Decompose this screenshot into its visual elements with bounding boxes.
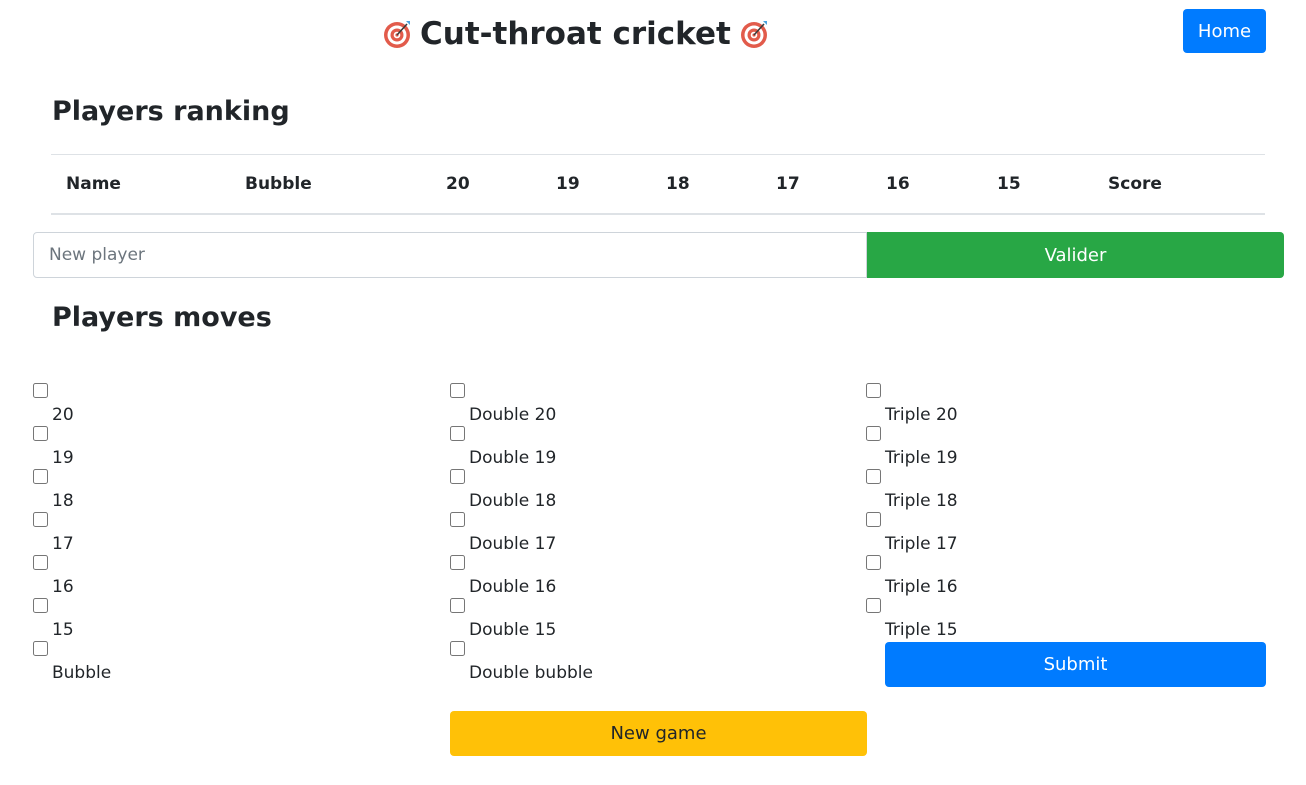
move-label: 16 (52, 577, 74, 597)
page-title: Cut-throat cricket (382, 12, 769, 56)
move-option: 20 (33, 383, 433, 426)
column-header-20: 20 (446, 174, 470, 194)
move-label: Double 19 (469, 448, 557, 468)
move-label: Triple 18 (885, 491, 958, 511)
move-label: Triple 19 (885, 448, 958, 468)
move-label: Triple 17 (885, 534, 958, 554)
move-label: Triple 16 (885, 577, 958, 597)
move-option: Double 16 (450, 555, 850, 598)
move-checkbox[interactable] (33, 426, 48, 441)
move-checkbox[interactable] (866, 555, 881, 570)
move-checkbox[interactable] (866, 426, 881, 441)
move-label: Double 18 (469, 491, 557, 511)
new-player-input[interactable] (33, 232, 867, 278)
page-title-text: Cut-throat cricket (420, 16, 731, 52)
move-option: Triple 16 (866, 555, 1266, 598)
move-label: Double 17 (469, 534, 557, 554)
move-checkbox[interactable] (866, 512, 881, 527)
move-checkbox[interactable] (33, 641, 48, 656)
move-option: Double 19 (450, 426, 850, 469)
move-option: 17 (33, 512, 433, 555)
dart-target-icon (740, 21, 767, 48)
move-option: 18 (33, 469, 433, 512)
move-option: 15 (33, 598, 433, 641)
move-label: 20 (52, 405, 74, 425)
move-option: Double 20 (450, 383, 850, 426)
move-label: Double bubble (469, 663, 593, 683)
move-checkbox[interactable] (33, 469, 48, 484)
new-game-button[interactable]: New game (450, 711, 867, 756)
column-header-name: Name (66, 174, 121, 194)
submit-button[interactable]: Submit (885, 642, 1266, 687)
move-label: 17 (52, 534, 74, 554)
move-checkbox[interactable] (33, 383, 48, 398)
move-checkbox[interactable] (450, 555, 465, 570)
move-checkbox[interactable] (33, 598, 48, 613)
move-label: 18 (52, 491, 74, 511)
move-option: Double bubble (450, 641, 850, 684)
move-label: Double 16 (469, 577, 557, 597)
column-header-bubble: Bubble (245, 174, 312, 194)
column-header-score: Score (1108, 174, 1162, 194)
move-option: Bubble (33, 641, 433, 684)
move-checkbox[interactable] (450, 383, 465, 398)
move-checkbox[interactable] (33, 555, 48, 570)
column-header-16: 16 (886, 174, 910, 194)
move-checkbox[interactable] (450, 426, 465, 441)
move-label: Double 15 (469, 620, 557, 640)
ranking-title: Players ranking (52, 96, 290, 127)
move-option: Triple 17 (866, 512, 1266, 555)
move-label: Triple 15 (885, 620, 958, 640)
ranking-table: Name Bubble 20 19 18 17 16 15 Score (51, 154, 1265, 215)
move-option: 19 (33, 426, 433, 469)
move-label: 15 (52, 620, 74, 640)
singles-column: 20 19 18 17 16 15 Bubble (33, 383, 433, 684)
move-option: Triple 19 (866, 426, 1266, 469)
move-label: Bubble (52, 663, 112, 683)
column-header-18: 18 (666, 174, 690, 194)
move-label: Double 20 (469, 405, 557, 425)
move-checkbox[interactable] (33, 512, 48, 527)
moves-title: Players moves (52, 302, 272, 333)
triples-column: Triple 20 Triple 19 Triple 18 Triple 17 … (866, 383, 1266, 641)
move-checkbox[interactable] (450, 512, 465, 527)
column-header-15: 15 (997, 174, 1021, 194)
move-option: Double 17 (450, 512, 850, 555)
column-header-19: 19 (556, 174, 580, 194)
valider-button[interactable]: Valider (867, 232, 1284, 278)
move-option: Triple 15 (866, 598, 1266, 641)
move-option: Double 15 (450, 598, 850, 641)
move-checkbox[interactable] (450, 469, 465, 484)
move-checkbox[interactable] (866, 383, 881, 398)
doubles-column: Double 20 Double 19 Double 18 Double 17 … (450, 383, 850, 684)
move-option: Triple 18 (866, 469, 1266, 512)
home-button[interactable]: Home (1183, 9, 1266, 53)
move-checkbox[interactable] (450, 598, 465, 613)
move-option: 16 (33, 555, 433, 598)
move-checkbox[interactable] (866, 469, 881, 484)
move-label: Triple 20 (885, 405, 958, 425)
move-checkbox[interactable] (866, 598, 881, 613)
move-option: Triple 20 (866, 383, 1266, 426)
column-header-17: 17 (776, 174, 800, 194)
dart-target-icon (384, 21, 410, 48)
move-checkbox[interactable] (450, 641, 465, 656)
move-label: 19 (52, 448, 74, 468)
move-option: Double 18 (450, 469, 850, 512)
